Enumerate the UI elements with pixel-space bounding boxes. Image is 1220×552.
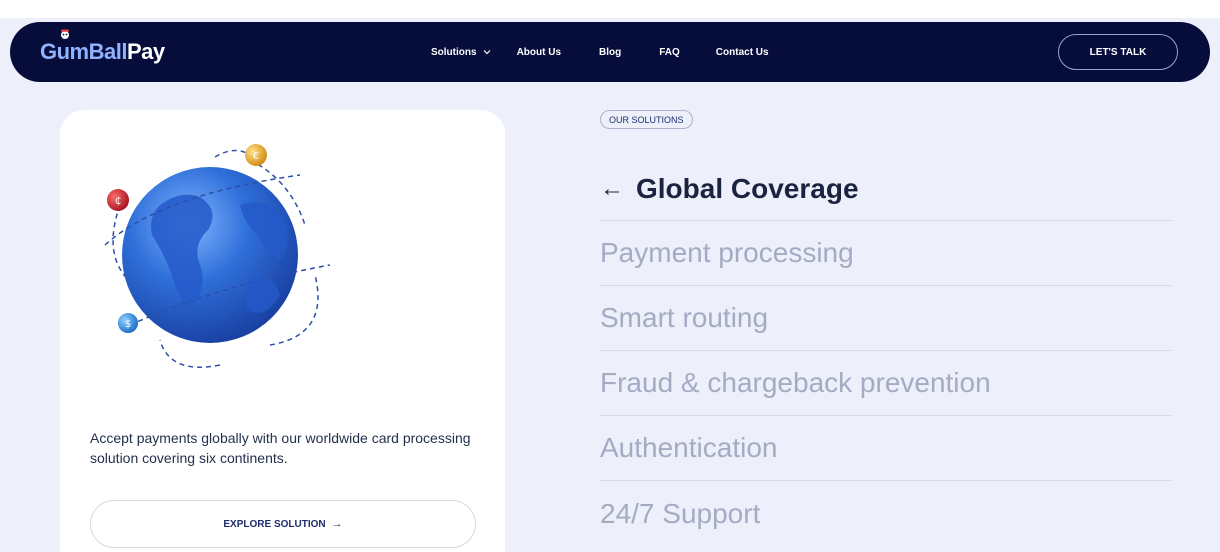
logo-text-ball: Ball — [88, 39, 128, 64]
solution-item-support[interactable]: 24/7 Support — [600, 481, 1172, 546]
solution-card: ₵ € $ Accept payments globally with our … — [60, 110, 505, 552]
nav-link-contact-us[interactable]: Contact Us — [716, 47, 769, 58]
top-navbar: Gum Ball Pay Solutions About Us Blog FAQ C… — [10, 22, 1210, 82]
card-description: Accept payments globally with our worldw… — [90, 430, 471, 466]
our-solutions-tag: OUR SOLUTIONS — [600, 110, 693, 129]
solution-item-label: Smart routing — [600, 302, 769, 333]
nav-link-label: Blog — [599, 46, 622, 58]
nav-links: Solutions About Us Blog FAQ Contact Us — [431, 22, 769, 82]
globe-illustration: ₵ € $ — [100, 135, 340, 375]
solution-item-global-coverage[interactable]: ← Global Coverage — [600, 157, 1172, 221]
nav-link-label: Contact Us — [715, 46, 769, 58]
solution-item-authentication[interactable]: Authentication — [600, 416, 1172, 481]
gumball-mascot-icon — [61, 29, 69, 39]
nav-link-label: About Us — [516, 46, 562, 58]
solution-item-payment-processing[interactable]: Payment processing — [600, 221, 1172, 286]
solution-item-label: Payment processing — [600, 237, 854, 268]
nav-link-faq[interactable]: FAQ — [659, 47, 680, 58]
brand-logo[interactable]: Gum Ball Pay — [40, 29, 165, 68]
solution-item-fraud-chargeback[interactable]: Fraud & chargeback prevention — [600, 351, 1172, 416]
top-strip — [0, 0, 1220, 18]
explore-button-label: EXPLORE SOLUTION — [223, 518, 326, 530]
nav-link-label: Solutions — [431, 46, 477, 58]
solutions-list: ← Global Coverage Payment processing Sma… — [600, 157, 1172, 546]
solution-item-label: Fraud & chargeback prevention — [600, 367, 991, 398]
chevron-down-icon — [483, 50, 490, 55]
nav-link-solutions[interactable]: Solutions — [431, 47, 491, 58]
solution-item-label: Global Coverage — [636, 172, 859, 204]
coin-symbol: € — [253, 151, 259, 162]
explore-solution-button[interactable]: EXPLORE SOLUTION → — [90, 500, 476, 548]
logo-text-gum: Gum — [40, 39, 89, 64]
globe-icon: ₵ € $ — [104, 144, 331, 368]
coin-symbol: ₵ — [115, 196, 121, 207]
solution-item-label: 24/7 Support — [600, 497, 761, 529]
nav-link-about-us[interactable]: About Us — [517, 47, 561, 58]
solution-item-label: Authentication — [600, 432, 778, 463]
lets-talk-button[interactable]: LET'S TALK — [1058, 34, 1178, 70]
nav-link-blog[interactable]: Blog — [599, 47, 621, 58]
solution-item-smart-routing[interactable]: Smart routing — [600, 286, 1172, 351]
logo-text-pay: Pay — [126, 39, 165, 64]
arrow-left-icon: ← — [600, 174, 624, 202]
arrow-right-icon: → — [331, 518, 343, 530]
nav-link-label: FAQ — [659, 46, 680, 58]
coin-symbol: $ — [125, 319, 131, 330]
